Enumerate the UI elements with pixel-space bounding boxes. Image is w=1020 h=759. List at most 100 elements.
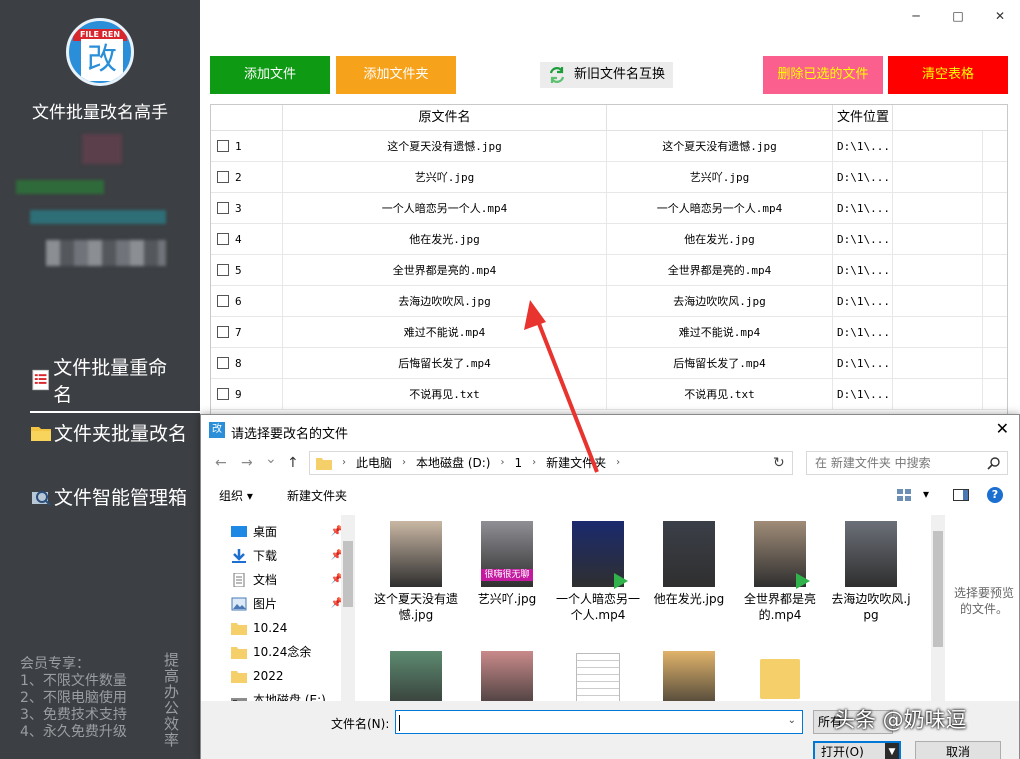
desktop-icon [231,526,247,537]
nav-pane-item[interactable]: 文档 📌 [231,569,343,591]
maximize-button[interactable]: □ [948,6,968,26]
file-tile[interactable] [464,651,550,701]
open-button[interactable]: 打开(O) ▼ [813,741,901,759]
back-arrow-icon[interactable]: ← [215,455,227,471]
filename-input[interactable]: ⌄ [395,710,803,734]
table-row[interactable]: 6 去海边吹吹风.jpg 去海边吹吹风.jpg D:\1\... [211,286,1007,317]
nav-pane-item[interactable]: 桌面 📌 [231,521,343,543]
row-checkbox[interactable] [217,295,229,307]
row-checkbox[interactable] [217,326,229,338]
row-checkbox[interactable] [217,357,229,369]
original-name-cell: 不说再见.txt [283,379,607,410]
breadcrumb-item[interactable]: 1 [514,452,522,474]
breadcrumb-item[interactable]: 此电脑 [356,452,392,474]
clear-table-button[interactable]: 清空表格 [888,56,1008,94]
view-mode-icon[interactable] [897,489,911,501]
file-tile[interactable] [737,651,823,701]
row-select-cell: 3 [211,193,283,224]
row-select-cell: 8 [211,348,283,379]
table-row[interactable]: 2 艺兴吖.jpg 艺兴吖.jpg D:\1\... [211,162,1007,193]
refresh-icon[interactable]: ↻ [773,455,785,471]
file-tile[interactable]: 这个夏天没有遗憾.jpg [373,521,459,623]
search-icon [987,457,1000,470]
history-dropdown-icon[interactable]: ⌄ [265,451,277,467]
file-tile[interactable]: 他在发光.jpg [646,521,732,607]
cancel-button[interactable]: 取消 [915,741,1001,759]
file-tile[interactable]: 去海边吹吹风.jpg [828,521,914,623]
breadcrumb-item[interactable]: 本地磁盘 (D:) [416,452,490,474]
image-thumbnail [663,521,715,587]
file-table: 原文件名 文件位置 1 这个夏天没有遗憾.jpg 这个夏天没有遗憾.jpg D:\1\… [210,104,1008,424]
nav-pane-item[interactable]: 图片 📌 [231,593,343,615]
table-row[interactable]: 3 一个人暗恋另一个人.mp4 一个人暗恋另一个人.mp4 D:\1\... [211,193,1007,224]
file-tile[interactable]: 全世界都是亮的.mp4 [737,521,823,623]
nav-pane-item[interactable]: 2022 [231,665,343,687]
table-row[interactable]: 1 这个夏天没有遗憾.jpg 这个夏天没有遗憾.jpg D:\1\... [211,131,1007,162]
chevron-right-icon: › [532,457,537,468]
row-number: 1 [235,140,242,153]
table-header-location[interactable]: 文件位置 [833,105,893,131]
folder-icon [231,671,247,683]
sidebar-item-label: 文件夹批量改名 [54,423,188,445]
sidebar-item-file-rename[interactable]: 文件批量重命名 [30,353,200,413]
up-arrow-icon[interactable]: ↑ [287,455,299,471]
nav-pane-item[interactable]: 10.24念余 [231,641,343,663]
nav-pane-item[interactable]: 下载 📌 [231,545,343,567]
row-select-cell: 2 [211,162,283,193]
open-split-dropdown-icon[interactable]: ▼ [885,743,899,759]
table-row[interactable]: 5 全世界都是亮的.mp4 全世界都是亮的.mp4 D:\1\... [211,255,1007,286]
file-tile[interactable] [555,651,641,701]
table-header-new[interactable] [607,105,833,131]
location-cell: D:\1\... [833,131,893,162]
file-name: 艺兴吖.jpg [477,592,537,606]
close-button[interactable]: ✕ [990,6,1010,26]
extra-cell [893,379,983,410]
search-input[interactable]: 在 新建文件夹 中搜索 [806,451,1008,475]
files-scrollbar-thumb[interactable] [933,531,943,647]
chevron-down-icon[interactable]: ⌄ [788,715,796,726]
help-icon[interactable]: ? [987,487,1003,503]
nav-pane-item[interactable]: 10.24 [231,617,343,639]
row-checkbox[interactable] [217,140,229,152]
file-tile[interactable]: 很嗨很无聊艺兴吖.jpg [464,521,550,607]
nav-scrollbar[interactable] [341,515,355,701]
row-checkbox[interactable] [217,171,229,183]
row-checkbox[interactable] [217,388,229,400]
add-file-button[interactable]: 添加文件 [210,56,330,94]
preview-pane-icon[interactable] [953,489,969,501]
table-row[interactable]: 7 难过不能说.mp4 难过不能说.mp4 D:\1\... [211,317,1007,348]
view-dropdown-icon[interactable]: ▾ [923,487,929,501]
file-tile[interactable]: 一个人暗恋另一个人.mp4 [555,521,641,623]
sidebar-item-folder-rename[interactable]: 文件夹批量改名 [30,419,187,446]
swap-names-button[interactable]: 新旧文件名互换 [540,62,674,88]
minimize-button[interactable]: ─ [906,6,926,26]
row-select-cell: 7 [211,317,283,348]
table-row[interactable]: 9 不说再见.txt 不说再见.txt D:\1\... [211,379,1007,410]
delete-selected-button[interactable]: 删除已选的文件 [763,56,883,94]
table-row[interactable]: 4 他在发光.jpg 他在发光.jpg D:\1\... [211,224,1007,255]
image-thumbnail: 很嗨很无聊 [481,521,533,587]
new-folder-button[interactable]: 新建文件夹 [287,487,347,504]
row-checkbox[interactable] [217,233,229,245]
manager-toolbox-icon [32,490,51,506]
row-checkbox[interactable] [217,202,229,214]
text-caret [399,715,400,731]
nav-scrollbar-thumb[interactable] [343,541,353,607]
organize-button[interactable]: 组织 ▾ [219,487,253,504]
row-number: 2 [235,171,242,184]
file-tile[interactable] [646,651,732,701]
download-icon [232,549,246,563]
forward-arrow-icon[interactable]: → [241,455,253,471]
files-scrollbar[interactable] [931,515,945,701]
table-header-original[interactable]: 原文件名 [283,105,607,131]
file-tile[interactable] [373,651,459,701]
dialog-close-icon[interactable]: ✕ [996,419,1009,438]
nav-pane-label: 桌面 [253,525,278,539]
table-row[interactable]: 8 后悔留长发了.mp4 后悔留长发了.mp4 D:\1\... [211,348,1007,379]
row-checkbox[interactable] [217,264,229,276]
add-folder-button[interactable]: 添加文件夹 [336,56,456,94]
address-bar[interactable]: › 此电脑 › 本地磁盘 (D:) › 1 › 新建文件夹 › [309,451,793,475]
location-cell: D:\1\... [833,255,893,286]
sidebar-item-file-manager[interactable]: 文件智能管理箱 [30,483,187,510]
breadcrumb-item[interactable]: 新建文件夹 [546,452,606,474]
